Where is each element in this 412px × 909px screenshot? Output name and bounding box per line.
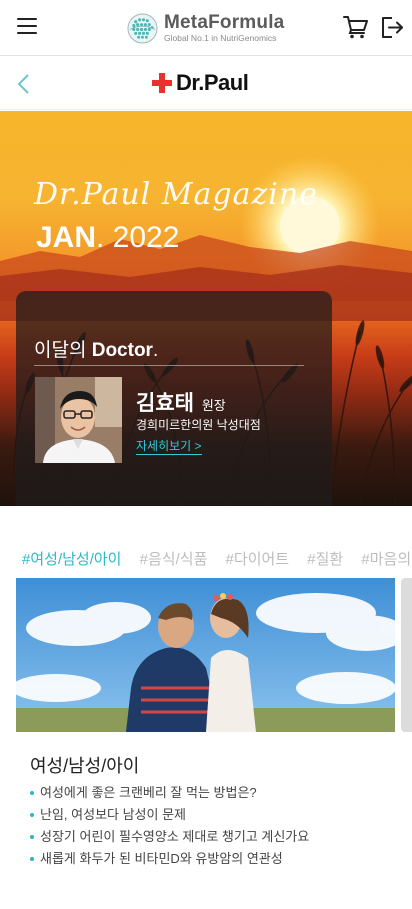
menu-icon[interactable] <box>17 18 37 34</box>
card-title: 여성/남성/아이 <box>30 756 140 776</box>
list-item[interactable]: 성장기 어린이 필수영양소 제대로 챙기고 계신가요 <box>30 826 309 848</box>
magazine-date: JAN. 2022 <box>36 221 179 255</box>
list-item[interactable]: 새롭게 화두가 된 비타민D와 유방암의 연관성 <box>30 848 309 870</box>
magazine-month: JAN <box>36 221 97 254</box>
category-tabs: #여성/남성/아이 #음식/식품 #다이어트 #질환 #마음의 <box>22 548 412 569</box>
doctor-photo <box>35 377 122 463</box>
magazine-hero: Dr.Paul Magazine JAN. 2022 이달의 Doctor. 김… <box>0 111 412 506</box>
tab-food[interactable]: #음식/식품 <box>140 548 208 569</box>
list-item[interactable]: 여성에게 좋은 크랜베리 잘 먹는 방법은? <box>30 782 309 804</box>
top-header: MetaFormula Global No.1 in NutriGenomics <box>0 0 412 56</box>
tab-disease[interactable]: #질환 <box>307 548 343 569</box>
tab-mind[interactable]: #마음의 <box>361 548 411 569</box>
magazine-year: . 2022 <box>96 221 180 254</box>
doctor-heading: 이달의 Doctor. <box>34 340 159 361</box>
tab-women-men-kids[interactable]: #여성/남성/아이 <box>22 548 121 569</box>
doctor-of-month-card: 이달의 Doctor. 김효태 원장 경희미르한의원 낙성대점 자세히보기 > <box>16 291 332 506</box>
divider <box>34 365 304 366</box>
back-chevron-icon[interactable] <box>15 73 31 95</box>
couple-photo[interactable] <box>16 578 395 732</box>
cart-icon[interactable] <box>343 15 369 39</box>
globe-logo-icon <box>127 12 158 44</box>
brand-name: MetaFormula <box>164 12 285 34</box>
tab-diet[interactable]: #다이어트 <box>226 548 290 569</box>
doctor-name: 김효태 원장 <box>136 392 226 415</box>
see-more-link[interactable]: 자세히보기 > <box>136 437 202 455</box>
article-list: 여성에게 좋은 크랜베리 잘 먹는 방법은? 난임, 여성보다 남성이 문제 성… <box>30 782 309 870</box>
red-cross-icon <box>152 73 172 93</box>
magazine-title: Dr.Paul Magazine <box>34 177 318 212</box>
drpaul-logo-text: Dr.Paul <box>176 70 249 95</box>
logout-icon[interactable] <box>380 16 404 39</box>
next-card-peek[interactable] <box>401 578 412 732</box>
sub-header: Dr.Paul <box>0 57 412 110</box>
list-item[interactable]: 난임, 여성보다 남성이 문제 <box>30 804 309 826</box>
metaformula-logo[interactable]: MetaFormula Global No.1 in NutriGenomics <box>127 11 284 45</box>
doctor-clinic: 경희미르한의원 낙성대점 <box>136 418 261 432</box>
drpaul-logo[interactable]: Dr.Paul <box>152 70 249 95</box>
brand-tagline: Global No.1 in NutriGenomics <box>164 33 277 44</box>
